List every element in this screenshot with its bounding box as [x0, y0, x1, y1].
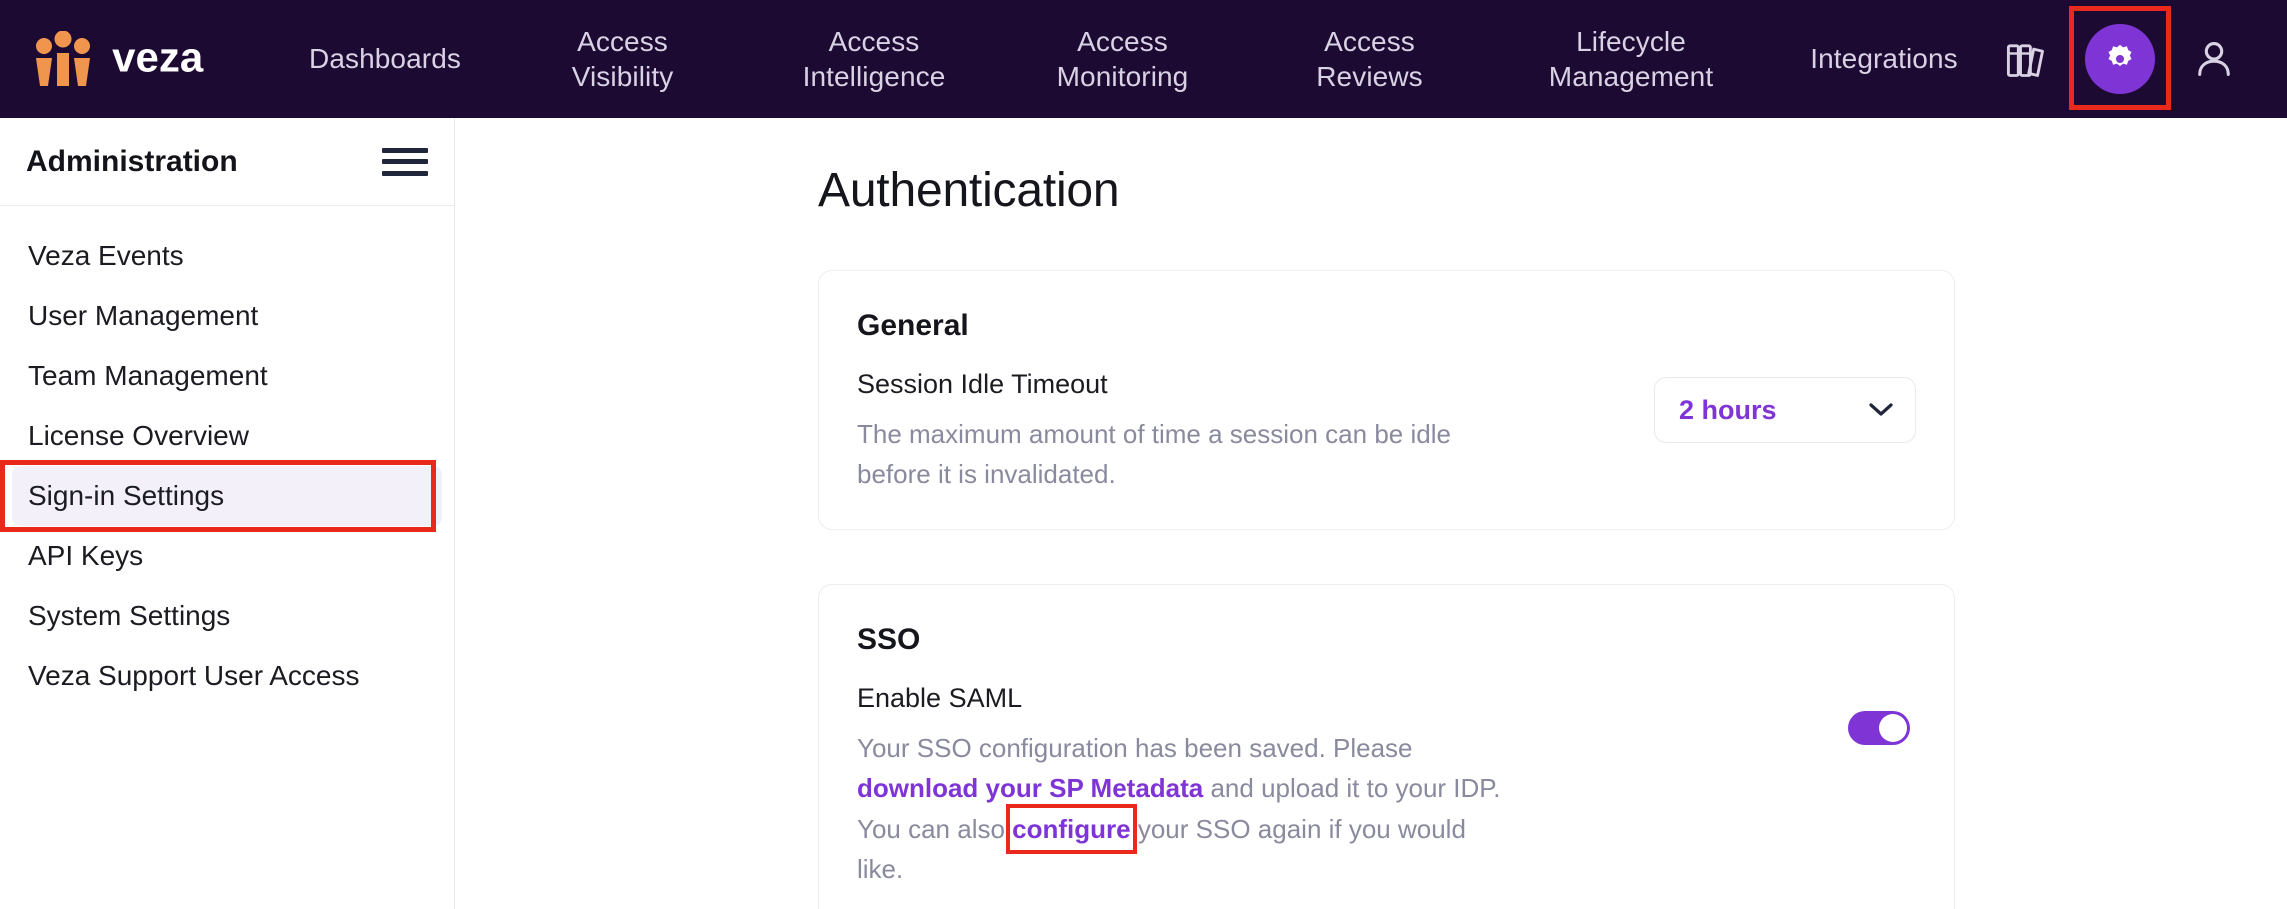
- nav-links: Dashboards Access Visibility Access Inte…: [252, 0, 1999, 118]
- sso-section-heading: SSO: [857, 623, 921, 656]
- brand-logo[interactable]: veza: [32, 30, 252, 87]
- hamburger-bar: [382, 159, 428, 164]
- sidebar-item-api-keys[interactable]: API Keys: [12, 526, 442, 586]
- sidebar-item-sign-in-settings[interactable]: Sign-in Settings: [0, 460, 442, 532]
- enable-saml-text: Enable SAML Your SSO configuration has b…: [857, 683, 1848, 889]
- session-idle-timeout-row: Session Idle Timeout The maximum amount …: [819, 343, 1954, 495]
- nav-item-access-reviews[interactable]: Access Reviews: [1246, 24, 1493, 95]
- sidebar-item-label: Sign-in Settings: [28, 480, 225, 511]
- general-settings-card: General Session Idle Timeout The maximum…: [818, 270, 1955, 530]
- main-content: Authentication General Session Idle Time…: [456, 118, 2287, 909]
- sidebar-menu-list: Veza Events User Management Team Managem…: [0, 206, 454, 706]
- administration-sidebar: Administration Veza Events User Manageme…: [0, 118, 455, 909]
- nav-item-access-monitoring[interactable]: Access Monitoring: [999, 24, 1246, 95]
- session-idle-timeout-description: The maximum amount of time a session can…: [857, 419, 1451, 490]
- saml-desc-part1: Your SSO configuration has been saved. P…: [857, 733, 1413, 763]
- svg-text:veza: veza: [112, 38, 204, 80]
- sidebar-item-license-overview[interactable]: License Overview: [12, 406, 442, 466]
- gear-icon: [2108, 44, 2132, 67]
- sidebar-title: Administration: [26, 144, 238, 178]
- sidebar-item-system-settings[interactable]: System Settings: [12, 586, 442, 646]
- nav-item-lifecycle-management[interactable]: Lifecycle Management: [1493, 24, 1769, 95]
- configure-sso-link[interactable]: configure: [1006, 803, 1137, 854]
- enable-saml-row: Enable SAML Your SSO configuration has b…: [819, 657, 1954, 889]
- saml-desc-part2: and upload it to your IDP.: [1203, 773, 1501, 804]
- hamburger-bar: [382, 147, 428, 153]
- veza-wordmark: veza: [112, 33, 246, 80]
- books-library-icon[interactable]: [1999, 32, 2053, 86]
- sidebar-item-user-management[interactable]: User Management: [12, 286, 442, 346]
- top-navigation-bar: veza Dashboards Access Visibility Access…: [0, 0, 2287, 118]
- enable-saml-description: Your SSO configuration has been saved. P…: [857, 728, 1517, 889]
- page-title: Authentication: [818, 164, 1120, 217]
- download-sp-metadata-link[interactable]: download your SP Metadata: [857, 773, 1203, 803]
- nav-icon-group: [1999, 6, 2241, 110]
- nav-item-dashboards[interactable]: Dashboards: [274, 41, 496, 76]
- toggle-knob: [1879, 714, 1907, 742]
- nav-item-access-intelligence[interactable]: Access Intelligence: [749, 24, 999, 95]
- sidebar-header: Administration: [0, 118, 454, 206]
- session-idle-timeout-label: Session Idle Timeout: [857, 369, 1108, 399]
- sidebar-item-veza-support-user-access[interactable]: Veza Support User Access: [12, 646, 442, 706]
- nav-item-integrations[interactable]: Integrations: [1769, 41, 1999, 76]
- user-account-icon[interactable]: [2187, 32, 2241, 86]
- sidebar-item-team-management[interactable]: Team Management: [12, 346, 442, 406]
- session-idle-timeout-value: 2 hours: [1679, 394, 1777, 425]
- hamburger-menu-icon[interactable]: [382, 145, 428, 179]
- saml-desc-part3: You can also: [857, 813, 1013, 844]
- chevron-down-icon: [1869, 403, 1893, 417]
- gear-icon-circle: [2085, 24, 2155, 94]
- nav-item-access-visibility[interactable]: Access Visibility: [496, 24, 749, 95]
- veza-people-logo-icon: [32, 30, 94, 87]
- session-idle-timeout-text: Session Idle Timeout The maximum amount …: [857, 369, 1654, 495]
- enable-saml-toggle[interactable]: [1848, 711, 1910, 745]
- session-idle-timeout-select[interactable]: 2 hours: [1654, 377, 1916, 443]
- sso-settings-card: SSO Enable SAML Your SSO configuration h…: [818, 584, 1955, 909]
- configure-link-label: configure: [1012, 813, 1131, 844]
- general-section-heading: General: [857, 309, 969, 342]
- sidebar-item-veza-events[interactable]: Veza Events: [12, 226, 442, 286]
- hamburger-bar: [382, 170, 428, 176]
- gear-icon-button[interactable]: [2069, 6, 2171, 110]
- enable-saml-label: Enable SAML: [857, 683, 1023, 713]
